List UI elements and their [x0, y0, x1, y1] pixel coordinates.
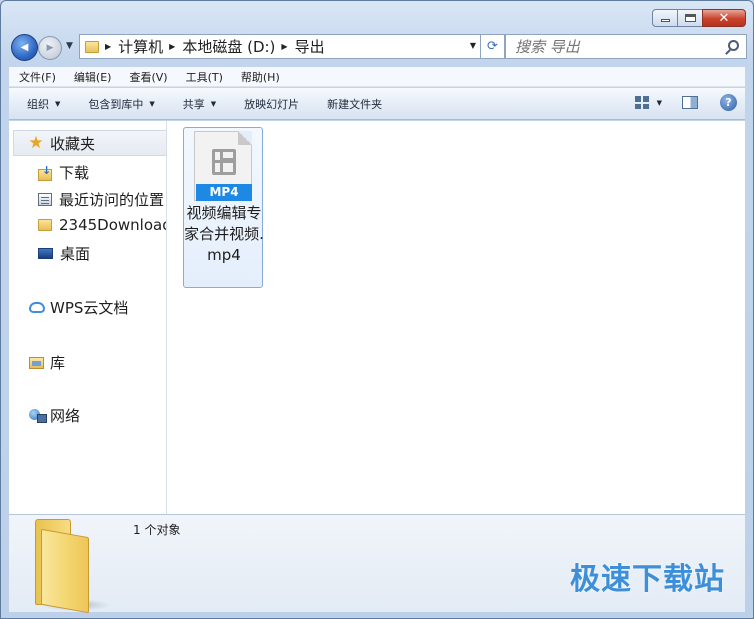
- arrow-left-icon: ◀: [20, 42, 29, 53]
- recent-pages-button[interactable]: ▼: [66, 41, 73, 51]
- search-icon[interactable]: [728, 40, 739, 51]
- search-input[interactable]: [515, 36, 715, 57]
- slideshow-label: 放映幻灯片: [244, 97, 300, 111]
- breadcrumb-export[interactable]: 导出: [295, 36, 325, 57]
- breadcrumb-local-disk[interactable]: 本地磁盘 (D:): [182, 36, 275, 57]
- forward-button[interactable]: ▶: [38, 36, 62, 60]
- nav-favorites[interactable]: ★ 收藏夹: [13, 130, 166, 156]
- file-item[interactable]: MP4 视频编辑专家合并视频.mp4: [183, 127, 264, 288]
- nav-item-wps-cloud[interactable]: WPS云文档: [29, 297, 128, 318]
- address-bar[interactable]: ▶ 计算机 ▶ 本地磁盘 (D:) ▶ 导出 ▼: [79, 34, 481, 59]
- explorer-window: ✕ ◀ ▶ ▼ ▶ 计算机 ▶ 本地磁盘 (D:) ▶ 导出 ▼ ⟳ 文件(F)…: [0, 0, 754, 619]
- nav-favorites-label: 收藏夹: [50, 134, 96, 153]
- download-folder-icon: [38, 164, 52, 181]
- video-file-icon: MP4: [194, 131, 252, 201]
- folder-icon: [38, 219, 52, 231]
- watermark-logo: 极速下载站: [570, 562, 725, 597]
- desktop-icon: [38, 248, 53, 259]
- refresh-icon: ⟳: [487, 39, 498, 54]
- minimize-button[interactable]: [652, 9, 678, 27]
- item-count: 1 个对象: [133, 523, 181, 537]
- navigation-pane[interactable]: ★ 收藏夹 下载 最近访问的位置 2345Downloads 桌面 WPS: [9, 121, 167, 514]
- nav-item-label: 网络: [50, 407, 81, 425]
- close-icon: ✕: [718, 10, 730, 26]
- nav-item-label: 桌面: [60, 245, 91, 263]
- file-list[interactable]: MP4 视频编辑专家合并视频.mp4: [168, 121, 745, 514]
- chevron-down-icon: ▼: [210, 99, 217, 108]
- breadcrumb-separator[interactable]: ▶: [281, 42, 287, 51]
- folder-icon: [31, 519, 111, 614]
- view-controls: ▼ ?: [634, 94, 737, 111]
- folder-icon: [85, 40, 99, 53]
- change-view-icon[interactable]: [634, 96, 649, 109]
- nav-item-recent-places[interactable]: 最近访问的位置: [38, 189, 164, 210]
- include-in-library-label: 包含到库中: [88, 97, 144, 111]
- breadcrumb-separator[interactable]: ▶: [105, 42, 111, 51]
- nav-item-label: 最近访问的位置: [59, 191, 165, 209]
- film-icon: [212, 149, 236, 175]
- file-name: 视频编辑专家合并视频.mp4: [184, 204, 264, 264]
- nav-item-desktop[interactable]: 桌面: [38, 243, 90, 264]
- close-button[interactable]: ✕: [702, 9, 746, 27]
- library-icon: [29, 356, 44, 369]
- nav-item-label: 库: [50, 354, 66, 372]
- organize-button[interactable]: 组织 ▼: [27, 96, 60, 112]
- minimize-icon: [660, 19, 670, 22]
- details-pane: 1 个对象 极速下载站: [9, 514, 745, 614]
- menu-tools[interactable]: 工具(T): [186, 69, 223, 85]
- main-content: ★ 收藏夹 下载 最近访问的位置 2345Downloads 桌面 WPS: [9, 121, 745, 514]
- breadcrumb-computer[interactable]: 计算机: [118, 36, 163, 57]
- nav-item-network[interactable]: 网络: [29, 405, 80, 426]
- command-bar: 组织 ▼ 包含到库中 ▼ 共享 ▼ 放映幻灯片 新建文件夹 ▼ ?: [9, 88, 745, 120]
- nav-item-label: WPS云文档: [50, 299, 129, 317]
- menu-file[interactable]: 文件(F): [19, 69, 56, 85]
- search-box[interactable]: [505, 34, 747, 59]
- preview-pane-icon[interactable]: [682, 96, 698, 109]
- nav-item-2345downloads[interactable]: 2345Downloads: [38, 216, 166, 234]
- new-folder-label: 新建文件夹: [327, 97, 383, 111]
- file-type-badge: MP4: [196, 184, 252, 201]
- navigation-row: ◀ ▶ ▼ ▶ 计算机 ▶ 本地磁盘 (D:) ▶ 导出 ▼ ⟳: [9, 32, 747, 62]
- slideshow-button[interactable]: 放映幻灯片: [244, 96, 299, 112]
- cloud-icon: [29, 302, 45, 313]
- nav-item-label: 2345Downloads: [59, 216, 166, 234]
- arrow-right-icon: ▶: [46, 43, 54, 53]
- refresh-button[interactable]: ⟳: [481, 34, 505, 59]
- chevron-down-icon: ▼: [55, 99, 61, 108]
- include-in-library-button[interactable]: 包含到库中 ▼: [88, 96, 154, 112]
- menu-bar: 文件(F) 编辑(E) 查看(V) 工具(T) 帮助(H): [9, 67, 745, 87]
- view-options-dropdown[interactable]: ▼: [657, 99, 662, 107]
- menu-edit[interactable]: 编辑(E): [74, 69, 112, 85]
- chevron-down-icon: ▼: [149, 99, 155, 108]
- menu-help[interactable]: 帮助(H): [241, 69, 280, 85]
- window-caption-buttons: ✕: [652, 9, 746, 27]
- nav-item-libraries[interactable]: 库: [29, 352, 65, 373]
- address-dropdown-icon[interactable]: ▼: [470, 41, 476, 50]
- maximize-button[interactable]: [677, 9, 703, 27]
- nav-item-downloads[interactable]: 下载: [38, 162, 89, 183]
- share-label: 共享: [182, 97, 205, 111]
- recent-places-icon: [38, 193, 52, 206]
- nav-item-label: 下载: [59, 164, 90, 182]
- star-icon: ★: [28, 133, 44, 153]
- maximize-icon: [684, 14, 696, 22]
- breadcrumb-separator[interactable]: ▶: [169, 42, 175, 51]
- new-folder-button[interactable]: 新建文件夹: [327, 96, 382, 112]
- share-button[interactable]: 共享 ▼: [183, 96, 216, 112]
- network-icon: [29, 408, 47, 423]
- menu-view[interactable]: 查看(V): [129, 69, 167, 85]
- help-icon[interactable]: ?: [720, 94, 737, 111]
- organize-label: 组织: [27, 97, 49, 111]
- back-button[interactable]: ◀: [11, 34, 38, 61]
